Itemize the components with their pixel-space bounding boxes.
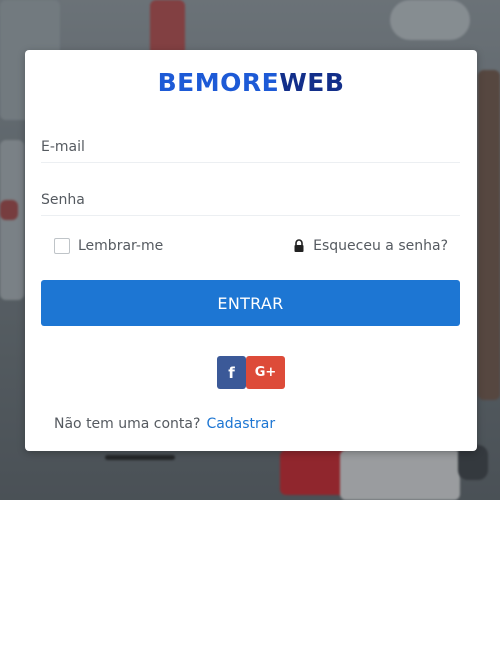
remember-me[interactable]: Lembrar-me [54,238,163,254]
remember-label: Lembrar-me [78,238,164,254]
facebook-icon: f [228,363,235,382]
logo-part-web: WEB [279,68,345,97]
forgot-password-label: Esqueceu a senha? [313,238,448,254]
lock-icon [294,239,304,252]
google-plus-icon: G+ [254,365,277,380]
password-field[interactable] [41,185,460,215]
email-field-wrapper [41,132,460,163]
logo-part-bemore: BEMORE [157,68,280,97]
facebook-login-button[interactable]: f [217,356,246,389]
email-field[interactable] [41,132,460,162]
signup-prompt-text: Não tem uma conta? [54,416,201,432]
login-button[interactable]: ENTRAR [41,280,460,326]
google-plus-login-button[interactable]: G+ [246,356,285,389]
forgot-password-link[interactable]: Esqueceu a senha? [293,238,448,254]
login-card: BEMOREWEB Lembrar-me Esqueceu a senha? E… [25,50,477,451]
password-field-wrapper [41,185,460,216]
remember-checkbox[interactable] [54,238,70,254]
signup-prompt: Não tem uma conta? Cadastrar [54,416,275,432]
signup-link[interactable]: Cadastrar [206,416,275,432]
brand-logo: BEMOREWEB [25,68,477,97]
